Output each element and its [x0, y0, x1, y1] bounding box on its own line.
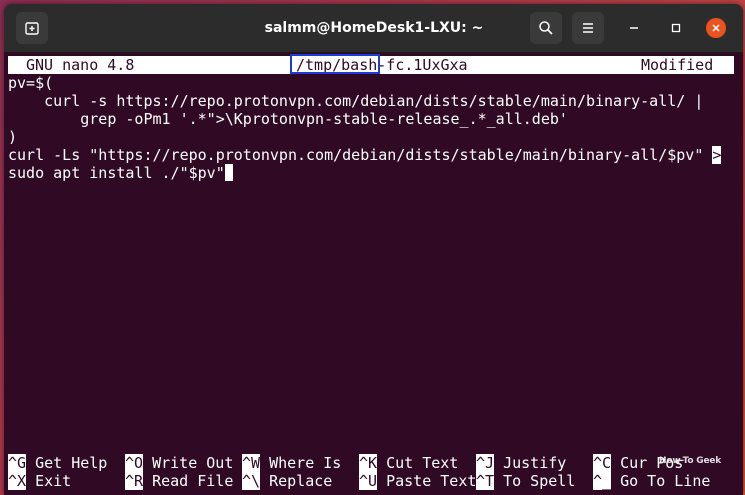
shortcut-key: ^X [8, 472, 27, 490]
editor-line[interactable]: pv=$( [8, 74, 53, 92]
shortcut-replace[interactable]: ^\ Replace [242, 472, 332, 490]
shortcut-cut-text[interactable]: ^K Cut Text [359, 454, 458, 472]
shortcut-key: ^G [8, 454, 27, 472]
editor-line-text: curl -Ls "https://repo.protonvpn.com/deb… [8, 146, 713, 164]
modified-status: Modified [641, 56, 714, 74]
shortcut-label: Write Out [152, 454, 234, 472]
howtogeek-watermark: How-To Geek [659, 456, 722, 466]
shortcut-label: Exit [35, 472, 72, 490]
shortcut-label: To Spell [503, 472, 576, 490]
search-button[interactable] [530, 12, 562, 44]
shortcut-write-out[interactable]: ^O Write Out [125, 454, 233, 472]
shortcut-key: ^K [359, 454, 378, 472]
shortcut-read-file[interactable]: ^R Read File [125, 472, 233, 490]
text-cursor [224, 164, 233, 181]
shortcut-label: Paste Text [386, 472, 477, 490]
shortcut-key: ^O [125, 454, 144, 472]
shortcut-label: Get Help [35, 454, 108, 472]
shortcut-key: ^R [125, 472, 144, 490]
close-button[interactable] [706, 18, 726, 38]
shortcut-justify[interactable]: ^J Justify [476, 454, 566, 472]
editor-line-overflow[interactable]: curl -Ls "https://repo.protonvpn.com/deb… [8, 146, 722, 164]
shortcut-where-is[interactable]: ^W Where Is [242, 454, 341, 472]
shortcut-go-to-line[interactable]: ^_ Go To Line [593, 472, 710, 490]
line-overflow-marker: > [712, 146, 722, 164]
hamburger-menu-icon [583, 23, 593, 33]
terminal-window: salmm@HomeDesk1-LXU: ~ GNU nano 4.8 /tmp… [4, 4, 743, 495]
shortcut-key: ^T [476, 472, 495, 490]
shortcut-paste-text[interactable]: ^U Paste Text [359, 472, 476, 490]
nano-header-bar: GNU nano 4.8 /tmp/bash-fc.1UxGxa Modifie… [8, 54, 734, 74]
shortcut-key: ^J [476, 454, 495, 472]
minimize-icon [630, 27, 638, 29]
shortcut-get-help[interactable]: ^G Get Help [8, 454, 107, 472]
editor-line[interactable]: ) [8, 128, 17, 146]
new-tab-button[interactable] [16, 12, 48, 44]
shortcut-label: Go To Line [620, 472, 711, 490]
shortcut-label: Replace [269, 472, 333, 490]
maximize-button[interactable] [666, 18, 686, 38]
filename-rest: -fc.1UxGxa [377, 56, 468, 74]
editor-line[interactable]: curl -s https://repo.protonvpn.com/debia… [8, 92, 703, 110]
shortcut-key: ^C [593, 454, 612, 472]
maximize-icon [671, 23, 681, 33]
shortcut-exit[interactable]: ^X Exit [8, 472, 71, 490]
shortcut-label: Justify [503, 454, 567, 472]
shortcut-key: ^W [242, 454, 261, 472]
shortcut-key: ^_ [593, 472, 612, 490]
close-icon [712, 24, 720, 32]
editor-line-text: sudo apt install ./"$pv" [8, 164, 225, 182]
shortcut-label: Cut Text [386, 454, 459, 472]
terminal-area[interactable]: GNU nano 4.8 /tmp/bash-fc.1UxGxa Modifie… [4, 52, 743, 495]
shortcut-key: ^\ [242, 472, 261, 490]
shortcut-key: ^U [359, 472, 378, 490]
menu-button[interactable] [572, 12, 604, 44]
window-title: salmm@HomeDesk1-LXU: ~ [264, 20, 484, 36]
shortcut-label: Where Is [269, 454, 342, 472]
editor-line[interactable]: grep -oPm1 '.*">\Kprotonvpn-stable-relea… [8, 110, 568, 128]
title-bar: salmm@HomeDesk1-LXU: ~ [4, 4, 743, 53]
editor-line-cursor[interactable]: sudo apt install ./"$pv" [8, 164, 233, 182]
filename-highlight-box [290, 54, 380, 74]
search-icon [539, 21, 553, 35]
shortcut-to-spell[interactable]: ^T To Spell [476, 472, 575, 490]
nano-version: GNU nano 4.8 [26, 56, 135, 74]
minimize-button[interactable] [624, 18, 644, 38]
shortcut-label: Read File [152, 472, 234, 490]
new-tab-icon [25, 22, 39, 35]
